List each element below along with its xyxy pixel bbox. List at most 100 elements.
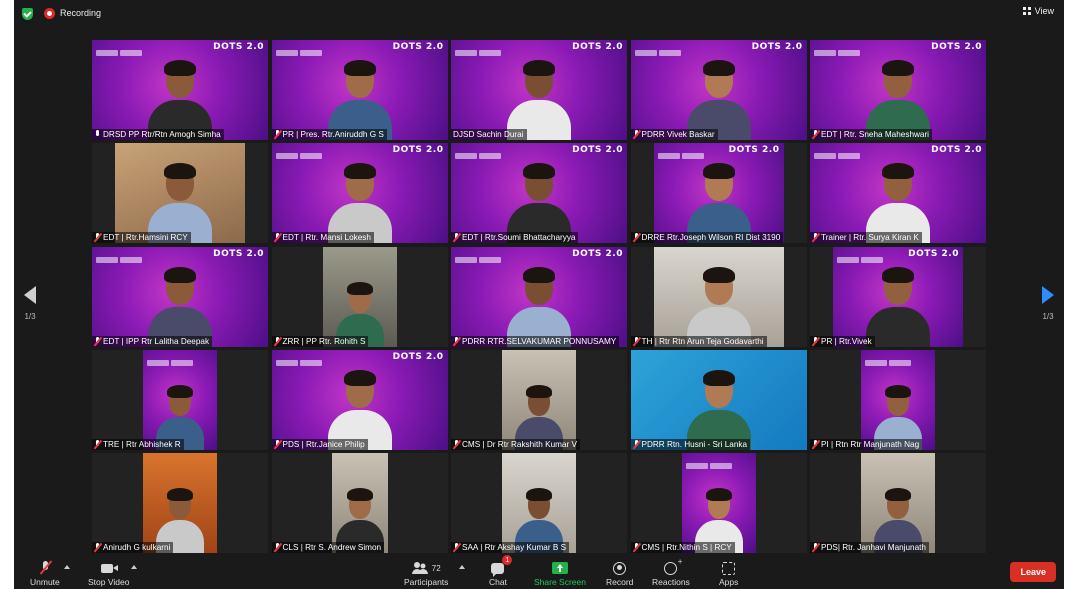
rotary-logos-watermark: [814, 43, 864, 56]
participant-name: EDT | IPP Rtr Lalitha Deepak: [103, 336, 210, 346]
microphone-muted-icon: [94, 543, 101, 552]
participant-avatar: [144, 261, 216, 347]
microphone-muted-icon: [633, 543, 640, 552]
participant-tile[interactable]: TH | Rtr Rtn Arun Teja Godavarthi: [630, 246, 807, 347]
reactions-button[interactable]: Reactions: [652, 557, 690, 588]
participant-tile[interactable]: DOTS 2.0 DRRE Rtr.Joseph Wilson RI Dist 3…: [630, 143, 807, 244]
participant-name: PDRR Rtn. Husni - Sri Lanka: [641, 439, 748, 449]
microphone-muted-icon: [453, 439, 460, 449]
rotary-logos-watermark: [455, 43, 505, 56]
participants-button[interactable]: 72 Participants: [404, 559, 448, 587]
participant-tile[interactable]: DOTS 2.0 PR | Rtr.Vivek: [810, 246, 986, 347]
participant-avatar: [503, 54, 575, 140]
participant-avatar: [683, 157, 755, 244]
leave-button[interactable]: Leave: [1010, 562, 1056, 582]
participant-name: PR | Rtr.Vivek: [821, 336, 872, 346]
view-button[interactable]: View: [1022, 6, 1054, 16]
microphone-muted-icon: [812, 439, 819, 449]
rotary-logos-watermark: [865, 353, 915, 366]
participant-tile[interactable]: PI | Rtn Rtr Manjunath Nag: [810, 349, 986, 450]
next-page-button[interactable]: 1/3: [1042, 286, 1054, 321]
participant-tile[interactable]: DOTS 2.0 EDT | Rtr. Mansi Lokesh: [271, 143, 448, 244]
participant-tile[interactable]: EDT | Rtr.Hamsini RCY: [92, 143, 268, 244]
participant-nameplate: CMS | Rtr.Nithin S | RCY: [630, 542, 735, 554]
participant-name: CLS | Rtr S. Andrew Simon: [282, 543, 382, 553]
participant-tile[interactable]: DOTS 2.0 EDT | IPP Rtr Lalitha Deepak: [92, 246, 268, 347]
recording-label: Recording: [60, 8, 102, 18]
previous-page-button[interactable]: 1/3: [24, 286, 36, 321]
share-screen-icon: [551, 562, 568, 574]
apps-icon: [722, 561, 736, 575]
unmute-button[interactable]: Unmute: [30, 559, 60, 587]
page-indicator-left: 1/3: [24, 312, 36, 321]
participant-avatar: [144, 54, 216, 140]
reactions-icon: [664, 557, 682, 575]
rotary-logos-watermark: [455, 250, 505, 263]
participant-tile[interactable]: DOTS 2.0 PDS | Rtr.Janice Philip: [271, 349, 448, 450]
audio-options-caret-icon[interactable]: [64, 565, 70, 569]
meeting-window: Recording View 1/3 1/3 DOTS 2.0 DRSD PP R…: [14, 0, 1064, 589]
participant-nameplate: DRSD PP Rtr/Rtn Amogh Simha: [92, 129, 224, 140]
microphone-muted-icon: [274, 336, 281, 346]
participant-nameplate: Trainer | Rtr. Surya Kiran K: [810, 232, 922, 244]
participant-tile[interactable]: SAA | Rtr Akshay Kumar B S: [451, 453, 627, 554]
participant-name: CMS | Rtr.Nithin S | RCY: [641, 543, 732, 553]
video-feed: [143, 453, 217, 554]
participant-tile[interactable]: DOTS 2.0 PDRR Vivek Baskar: [630, 40, 807, 140]
record-button[interactable]: Record: [606, 559, 633, 587]
participant-name: PDRR Vivek Baskar: [641, 130, 715, 139]
video-feed: DOTS 2.0: [92, 40, 268, 140]
participant-tile[interactable]: Anirudh G kulkarni: [92, 453, 268, 554]
rotary-logos-watermark: [275, 43, 326, 56]
microphone-muted-icon: [633, 233, 640, 242]
video-feed: DOTS 2.0: [833, 246, 963, 347]
participant-name: EDT | Rtr. Sneha Maheshwari: [821, 130, 930, 139]
participant-tile[interactable]: PDS| Rtr. Janhavi Manjunath: [810, 453, 986, 554]
microphone-muted-icon: [274, 543, 281, 552]
participant-tile[interactable]: CMS | Rtr.Nithin S | RCY: [630, 453, 807, 554]
participant-tile[interactable]: PDRR Rtn. Husni - Sri Lanka: [630, 349, 807, 450]
apps-button[interactable]: Apps: [719, 559, 738, 587]
participant-tile[interactable]: DOTS 2.0 Trainer | Rtr. Surya Kiran K: [810, 143, 986, 244]
participant-avatar: [324, 157, 396, 244]
rotary-logos-watermark: [96, 250, 146, 263]
participant-nameplate: TRE | Rtr Abhishek R: [92, 438, 184, 450]
dots-brand-label: DOTS 2.0: [908, 248, 959, 259]
chat-icon: [491, 562, 505, 577]
participants-icon: [411, 562, 428, 574]
participant-tile[interactable]: ZRR | PP Rtr. Rohith S: [271, 246, 448, 347]
participant-name: DRSD PP Rtr/Rtn Amogh Simha: [103, 130, 221, 139]
participant-tile[interactable]: CLS | Rtr S. Andrew Simon: [271, 453, 448, 554]
participant-tile[interactable]: DOTS 2.0 DRSD PP Rtr/Rtn Amogh Simha: [92, 40, 268, 140]
arrow-right-icon: [1042, 286, 1054, 304]
microphone-muted-icon: [274, 439, 281, 449]
participant-tile[interactable]: DOTS 2.0 EDT | Rtr. Sneha Maheshwari: [810, 40, 986, 140]
participant-avatar: [503, 261, 575, 347]
participant-tile[interactable]: DOTS 2.0 PR | Pres. Rtr.Aniruddh G S: [271, 40, 448, 140]
video-options-caret-icon[interactable]: [131, 565, 137, 569]
stop-video-button[interactable]: Stop Video: [88, 559, 129, 587]
encryption-shield-icon[interactable]: [22, 8, 33, 20]
share-screen-button[interactable]: Share Screen: [534, 559, 586, 587]
participant-nameplate: EDT | Rtr. Mansi Lokesh: [271, 232, 374, 244]
participant-nameplate: EDT | Rtr.Soumi Bhattacharyya: [451, 232, 579, 244]
rotary-logos-watermark: [814, 146, 864, 160]
microphone-muted-icon: [39, 561, 51, 575]
participants-options-caret-icon[interactable]: [459, 565, 465, 569]
microphone-muted-icon: [94, 336, 101, 346]
participant-avatar: [683, 261, 755, 347]
participant-tile[interactable]: TRE | Rtr Abhishek R: [92, 349, 268, 450]
participant-tile[interactable]: CMS | Dr Rtr Rakshith Kumar V: [451, 349, 627, 450]
participant-avatar: [683, 54, 755, 140]
participant-name: Trainer | Rtr. Surya Kiran K: [821, 233, 919, 243]
participant-tile[interactable]: DOTS 2.0 PDRR RTR.SELVAKUMAR PONNUSAMY: [451, 246, 627, 347]
video-feed: DOTS 2.0: [271, 349, 448, 450]
participant-tile[interactable]: DOTS 2.0 EDT | Rtr.Soumi Bhattacharyya: [451, 143, 627, 244]
chat-button[interactable]: 1 Chat: [489, 555, 513, 587]
participant-avatar: [862, 54, 934, 140]
participant-nameplate: DRRE Rtr.Joseph Wilson RI Dist 3190: [630, 232, 784, 244]
microphone-muted-icon: [812, 233, 819, 242]
stop-video-label: Stop Video: [88, 577, 130, 587]
video-feed: DOTS 2.0: [271, 40, 448, 140]
participant-tile[interactable]: DOTS 2.0 DJSD Sachin Durai: [451, 40, 627, 140]
